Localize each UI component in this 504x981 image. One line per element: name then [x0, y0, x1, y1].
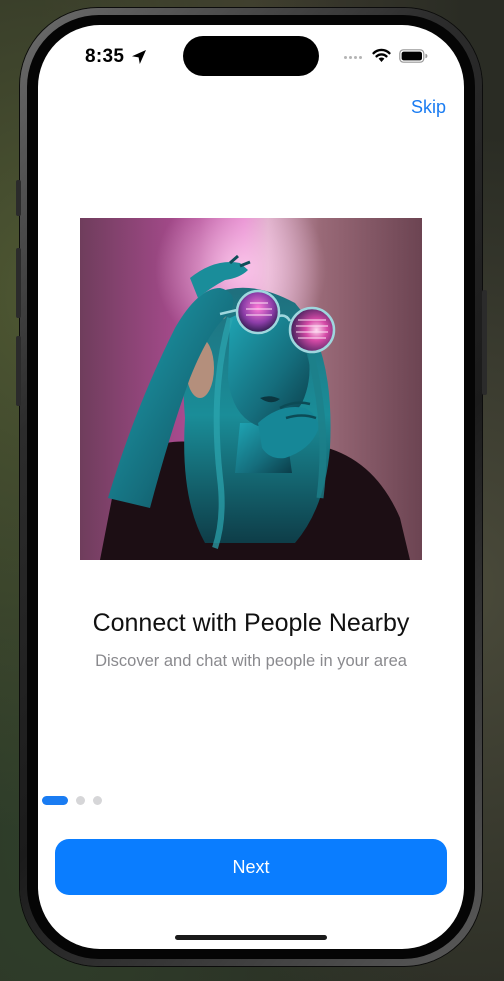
onboarding-subtitle: Discover and chat with people in your ar… [95, 652, 407, 670]
status-time: 8:35 [85, 46, 125, 67]
location-arrow-icon [132, 50, 146, 64]
volume-down-button [16, 336, 21, 406]
page-indicator [42, 796, 102, 805]
wifi-icon [372, 48, 391, 62]
app-screen: 8:35 Skip Connect with People Nearby Dis… [38, 25, 464, 949]
volume-up-button [16, 248, 21, 318]
cellular-signal-icon [344, 56, 362, 59]
page-dot-active[interactable] [42, 796, 68, 805]
power-button [482, 290, 487, 395]
page-dot[interactable] [76, 796, 85, 805]
action-button [16, 180, 21, 216]
battery-icon [399, 49, 428, 63]
dynamic-island [183, 36, 319, 76]
page-dot[interactable] [93, 796, 102, 805]
hero-image [80, 218, 422, 560]
home-indicator[interactable] [175, 935, 327, 940]
onboarding-title: Connect with People Nearby [92, 609, 410, 637]
next-button[interactable]: Next [55, 839, 447, 895]
skip-button[interactable]: Skip [411, 97, 446, 118]
